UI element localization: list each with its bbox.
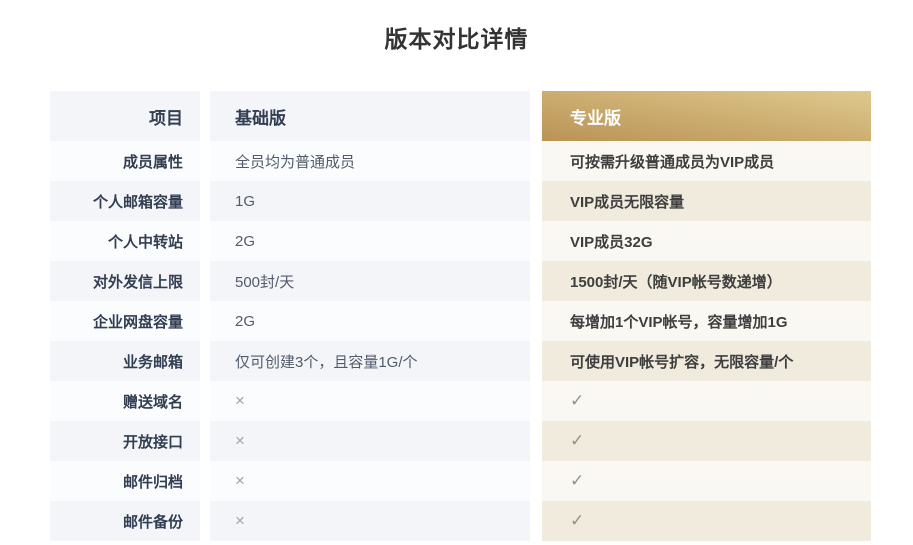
feature-label: 开放接口 [50, 421, 200, 461]
table-header: 项目 基础版 专业版 [50, 91, 871, 141]
table-row-business-mailbox: 业务邮箱 仅可创建3个，且容量1G/个 可使用VIP帐号扩容，无限容量/个 [50, 341, 871, 381]
basic-value: 仅可创建3个，且容量1G/个 [210, 341, 530, 381]
check-icon: ✓ [542, 461, 871, 501]
header-feature: 项目 [50, 91, 200, 141]
feature-label: 对外发信上限 [50, 261, 200, 301]
basic-value: 1G [210, 181, 530, 221]
basic-value: 2G [210, 301, 530, 341]
check-icon: ✓ [542, 501, 871, 541]
cross-icon: × [210, 461, 530, 501]
feature-label: 邮件备份 [50, 501, 200, 541]
pro-value: 每增加1个VIP帐号，容量增加1G [542, 301, 871, 341]
basic-value: 500封/天 [210, 261, 530, 301]
feature-label: 业务邮箱 [50, 341, 200, 381]
table-body: 成员属性 全员均为普通成员 可按需升级普通成员为VIP成员 个人邮箱容量 1G … [50, 141, 871, 541]
pro-value: VIP成员无限容量 [542, 181, 871, 221]
check-icon: ✓ [542, 381, 871, 421]
pro-value: 1500封/天（随VIP帐号数递增） [542, 261, 871, 301]
page-title: 版本对比详情 [0, 24, 913, 55]
pro-value: 可按需升级普通成员为VIP成员 [542, 141, 871, 181]
table-row-outgoing-mail-limit: 对外发信上限 500封/天 1500封/天（随VIP帐号数递增） [50, 261, 871, 301]
table-row-free-domain: 赠送域名 × ✓ [50, 381, 871, 421]
table-row-open-api: 开放接口 × ✓ [50, 421, 871, 461]
cross-icon: × [210, 501, 530, 541]
header-basic-edition: 基础版 [210, 91, 530, 141]
basic-value: 全员均为普通成员 [210, 141, 530, 181]
pro-value: VIP成员32G [542, 221, 871, 261]
feature-label: 企业网盘容量 [50, 301, 200, 341]
feature-label: 个人中转站 [50, 221, 200, 261]
feature-label: 赠送域名 [50, 381, 200, 421]
header-row: 项目 基础版 专业版 [50, 91, 871, 141]
table-row-mail-archive: 邮件归档 × ✓ [50, 461, 871, 501]
table-row-personal-transfer-station: 个人中转站 2G VIP成员32G [50, 221, 871, 261]
feature-label: 个人邮箱容量 [50, 181, 200, 221]
feature-label: 成员属性 [50, 141, 200, 181]
cross-icon: × [210, 381, 530, 421]
table-row-enterprise-netdisk-capacity: 企业网盘容量 2G 每增加1个VIP帐号，容量增加1G [50, 301, 871, 341]
table-row-mail-backup: 邮件备份 × ✓ [50, 501, 871, 541]
table-row-member-attribute: 成员属性 全员均为普通成员 可按需升级普通成员为VIP成员 [50, 141, 871, 181]
version-compare-table: 项目 基础版 专业版 成员属性 全员均为普通成员 可按需升级普通成员为VIP成员… [50, 91, 871, 541]
check-icon: ✓ [542, 421, 871, 461]
table-row-personal-mailbox-capacity: 个人邮箱容量 1G VIP成员无限容量 [50, 181, 871, 221]
basic-value: 2G [210, 221, 530, 261]
feature-label: 邮件归档 [50, 461, 200, 501]
cross-icon: × [210, 421, 530, 461]
pro-value: 可使用VIP帐号扩容，无限容量/个 [542, 341, 871, 381]
header-pro-edition: 专业版 [542, 91, 871, 141]
